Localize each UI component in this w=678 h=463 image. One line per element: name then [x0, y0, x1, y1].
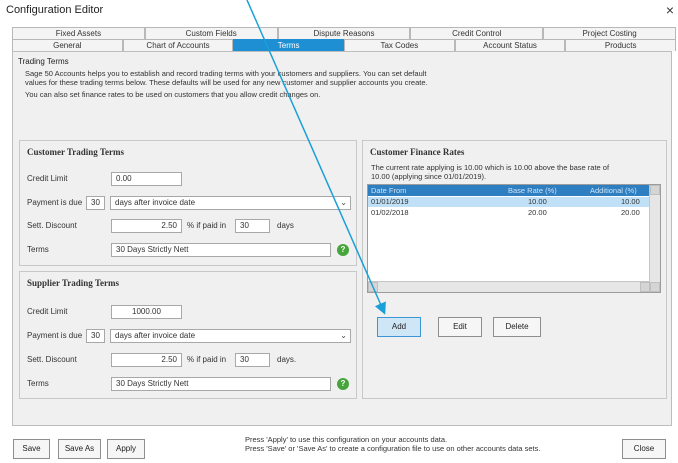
arrow-line: [246, 0, 386, 315]
annotation-arrow: [246, 0, 386, 315]
